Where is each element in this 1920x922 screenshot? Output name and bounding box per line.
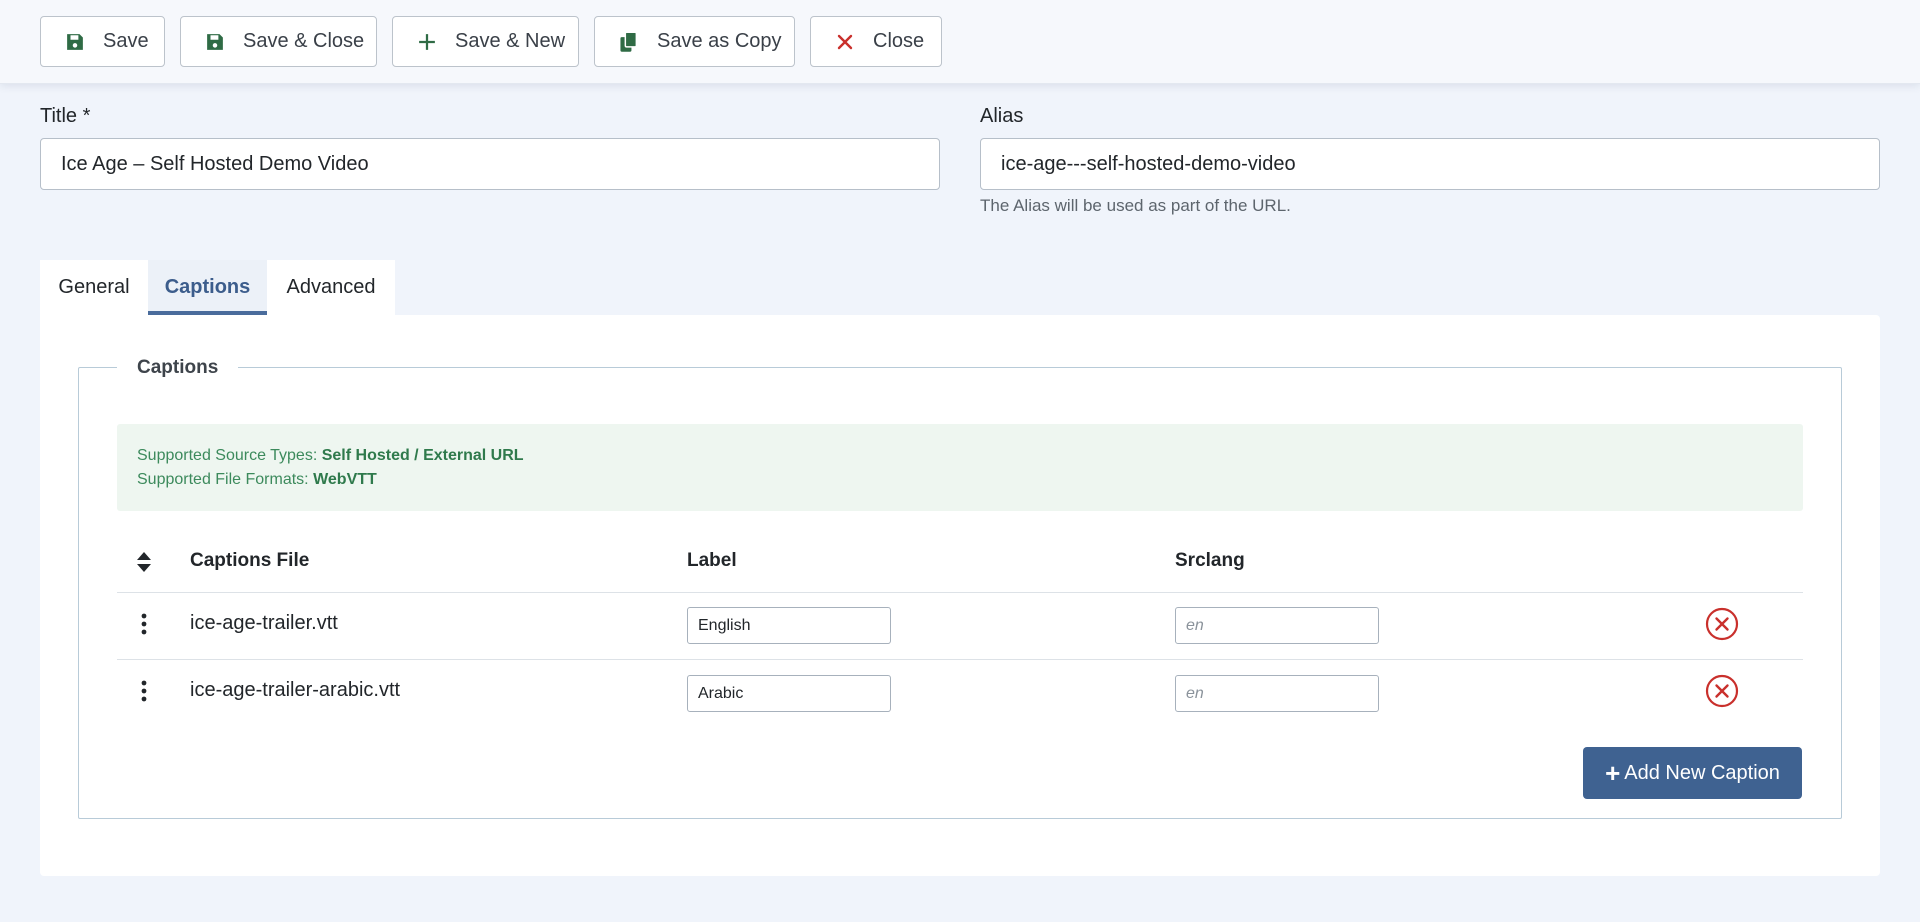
tab-bar: General Captions Advanced bbox=[40, 260, 395, 315]
toolbar: Save Save & Close Save & New Save as Cop… bbox=[0, 0, 1920, 84]
captions-legend: Captions bbox=[117, 354, 239, 382]
caption-label-input[interactable]: English bbox=[687, 607, 891, 644]
tab-general[interactable]: General bbox=[40, 260, 148, 315]
tab-advanced[interactable]: Advanced bbox=[267, 260, 395, 315]
file-formats-value: WebVTT bbox=[313, 471, 377, 488]
floppy-disk-icon bbox=[63, 30, 87, 54]
supported-info-box: Supported Source Types: Self Hosted / Ex… bbox=[117, 424, 1803, 511]
close-button[interactable]: Close bbox=[810, 16, 942, 67]
save-close-label: Save & Close bbox=[243, 30, 365, 52]
save-label: Save bbox=[103, 30, 149, 52]
sort-icon[interactable] bbox=[136, 551, 152, 573]
save-close-button[interactable]: Save & Close bbox=[180, 16, 377, 67]
save-copy-button[interactable]: Save as Copy bbox=[594, 16, 795, 67]
save-new-label: Save & New bbox=[455, 30, 566, 52]
plus-icon bbox=[415, 30, 439, 54]
column-captions-file: Captions File bbox=[190, 550, 310, 571]
title-input[interactable]: Ice Age – Self Hosted Demo Video bbox=[40, 138, 940, 190]
header-divider bbox=[117, 592, 1803, 593]
plus-icon: + bbox=[1605, 758, 1621, 788]
drag-handle-icon[interactable] bbox=[139, 680, 149, 702]
close-icon bbox=[833, 30, 857, 54]
alias-input[interactable]: ice-age---self-hosted-demo-video bbox=[980, 138, 1880, 190]
copy-icon bbox=[617, 30, 641, 54]
row-divider bbox=[117, 659, 1803, 660]
add-new-caption-button[interactable]: + Add New Caption bbox=[1583, 747, 1802, 799]
file-formats-label: Supported File Formats: bbox=[137, 471, 309, 488]
caption-file-name: ice-age-trailer.vtt bbox=[190, 612, 338, 634]
caption-srclang-input[interactable]: en bbox=[1175, 675, 1379, 712]
alias-label: Alias bbox=[980, 105, 1024, 127]
column-srclang: Srclang bbox=[1175, 550, 1245, 571]
source-types-value: Self Hosted / External URL bbox=[321, 447, 524, 464]
caption-srclang-input[interactable]: en bbox=[1175, 607, 1379, 644]
source-types-label: Supported Source Types: bbox=[137, 447, 318, 464]
drag-handle-icon[interactable] bbox=[139, 613, 149, 635]
save-copy-label: Save as Copy bbox=[657, 30, 782, 52]
title-label: Title * bbox=[40, 105, 91, 127]
caption-file-name: ice-age-trailer-arabic.vtt bbox=[190, 679, 401, 701]
floppy-disk-icon bbox=[203, 30, 227, 54]
column-label: Label bbox=[687, 550, 737, 571]
source-types-line: Supported Source Types: Self Hosted / Ex… bbox=[137, 444, 1783, 468]
close-label: Close bbox=[873, 30, 925, 52]
remove-caption-icon[interactable] bbox=[1705, 674, 1739, 708]
add-new-caption-label: Add New Caption bbox=[1624, 761, 1780, 784]
tab-captions[interactable]: Captions bbox=[148, 260, 267, 315]
remove-caption-icon[interactable] bbox=[1705, 607, 1739, 641]
caption-label-input[interactable]: Arabic bbox=[687, 675, 891, 712]
save-button[interactable]: Save bbox=[40, 16, 165, 67]
save-new-button[interactable]: Save & New bbox=[392, 16, 579, 67]
alias-hint: The Alias will be used as part of the UR… bbox=[980, 196, 1291, 215]
file-formats-line: Supported File Formats: WebVTT bbox=[137, 468, 1783, 492]
